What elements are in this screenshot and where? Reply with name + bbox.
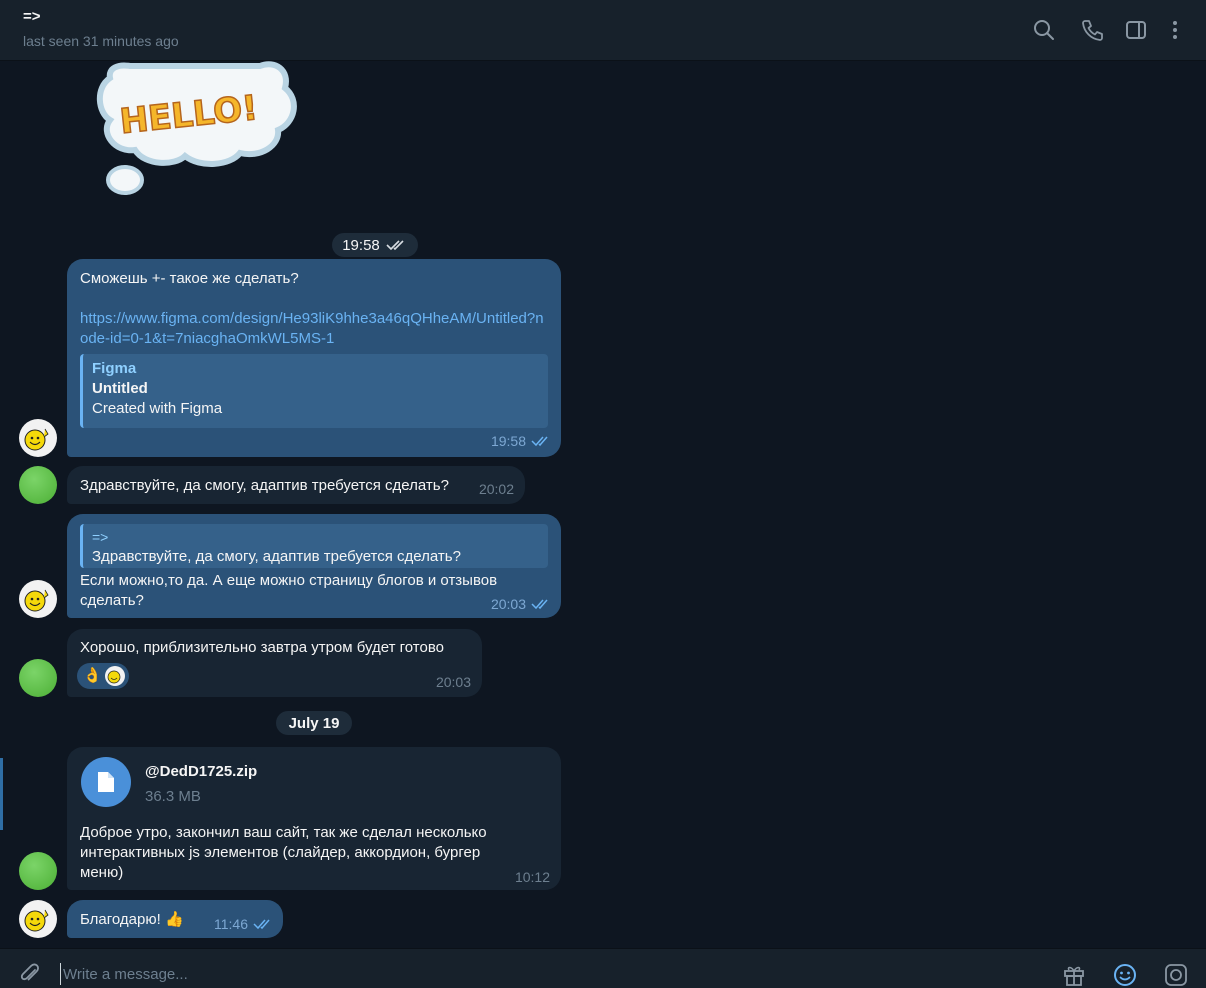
message-composer [0, 948, 1206, 988]
chat-header: => last seen 31 minutes ago [0, 0, 1206, 61]
message-input[interactable] [60, 963, 960, 985]
message-meta: 19:58 [491, 431, 551, 451]
reactor-avatar [104, 666, 125, 686]
message-meta: 20:03 [491, 594, 551, 614]
message-text: Благодарю! 👍 [80, 911, 184, 928]
double-check-icon [386, 240, 404, 251]
attach-icon[interactable] [17, 961, 43, 987]
time-pill-text: 19:58 [342, 236, 380, 254]
message-time: 20:03 [490, 596, 526, 612]
message-meta: 20:02 [479, 479, 514, 499]
message-time: 10:12 [514, 869, 550, 885]
avatar[interactable] [19, 900, 57, 938]
avatar[interactable] [19, 580, 57, 618]
file-name[interactable]: @DedD1725.zip [145, 762, 257, 782]
message-bubble[interactable]: Хорошо, приблизительно завтра утром буде… [67, 629, 482, 697]
reply-author: => [92, 529, 109, 545]
emoji-icon[interactable] [1112, 961, 1138, 987]
message-time: 20:03 [435, 674, 471, 690]
message-bubble[interactable]: Благодарю! 👍 11:46 [67, 900, 283, 938]
message-meta: 10:12 [515, 867, 550, 887]
scroll-accent [0, 758, 3, 830]
message-bubble[interactable]: Сможешь +- такое же сделать? https://www… [67, 259, 561, 457]
hello-sticker[interactable]: HELLO! [90, 58, 315, 200]
message-time: 19:58 [490, 433, 526, 449]
preview-title: Untitled [92, 380, 148, 397]
message-time: 11:46 [214, 916, 248, 932]
date-pill: July 19 [276, 711, 352, 735]
file-download-button[interactable] [81, 757, 131, 807]
reaction-emoji: 👌 [83, 667, 102, 684]
message-text: Хорошо, приблизительно завтра утром буде… [80, 639, 444, 656]
message-text: Здравствуйте, да смогу, адаптив требуетс… [80, 477, 449, 494]
message-bubble[interactable]: @DedD1725.zip 36.3 MB Доброе утро, закон… [67, 747, 561, 890]
reply-text: Здравствуйте, да смогу, адаптив требуетс… [92, 548, 461, 565]
sidebar-toggle-icon[interactable] [1123, 17, 1149, 43]
message-time: 20:02 [478, 481, 514, 497]
double-check-icon [531, 436, 548, 447]
message-link[interactable]: https://www.figma.com/design/He93liK9hhe… [80, 309, 550, 349]
message-bubble[interactable]: Здравствуйте, да смогу, адаптив требуетс… [67, 466, 525, 504]
message-text: Если можно,то да. А еще можно страницу б… [80, 572, 498, 609]
reply-quote[interactable]: => Здравствуйте, да смогу, адаптив требу… [80, 524, 548, 568]
message-bubble[interactable]: => Здравствуйте, да смогу, адаптив требу… [67, 514, 561, 618]
message-text: Доброе утро, закончил ваш сайт, так же с… [80, 824, 487, 881]
gift-icon[interactable] [1061, 961, 1087, 987]
preview-description: Created with Figma [92, 400, 223, 417]
avatar[interactable] [19, 852, 57, 890]
link-preview[interactable]: Figma Untitled Created with Figma [80, 354, 548, 428]
double-check-icon [253, 919, 270, 930]
file-size: 36.3 MB [145, 788, 201, 805]
phone-icon[interactable] [1079, 17, 1105, 43]
double-check-icon [531, 599, 548, 610]
time-pill: 19:58 [332, 233, 418, 257]
message-meta: 20:03 [436, 672, 471, 692]
preview-site: Figma [92, 360, 137, 377]
reaction-chip[interactable]: 👌 [77, 663, 129, 689]
avatar[interactable] [19, 419, 57, 457]
chat-title[interactable]: => [23, 8, 41, 25]
more-vertical-icon[interactable] [1162, 17, 1188, 43]
search-icon[interactable] [1031, 17, 1057, 43]
document-icon [98, 772, 114, 792]
avatar[interactable] [19, 659, 57, 697]
date-pill-text: July 19 [288, 714, 340, 732]
camera-icon[interactable] [1163, 961, 1189, 987]
message-meta: 11:46 [214, 914, 273, 934]
message-text: Сможешь +- такое же сделать? [80, 270, 299, 287]
avatar[interactable] [19, 466, 57, 504]
chat-status: last seen 31 minutes ago [23, 33, 179, 49]
